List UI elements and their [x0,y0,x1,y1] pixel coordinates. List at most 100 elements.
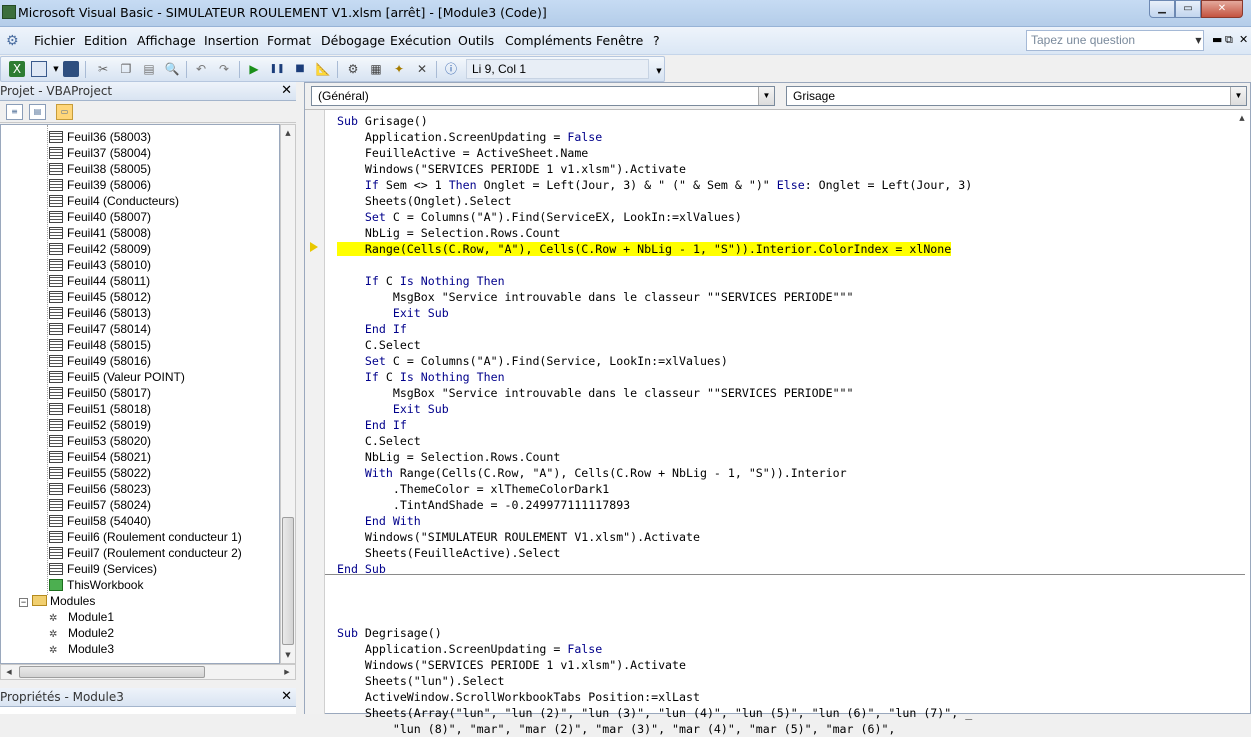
toolbox-icon[interactable]: ✕ [414,61,430,77]
vba-menu-icon[interactable]: ⚙ [6,33,19,49]
scroll-right-icon[interactable]: ▶ [279,665,295,679]
tree-item-thisworkbook[interactable]: ThisWorkbook [49,577,143,593]
tree-item-sheet[interactable]: Feuil43 (58010) [49,257,151,273]
ask-question-input[interactable]: Tapez une question [1026,30,1204,51]
menu-affichage[interactable]: Affichage [137,33,196,48]
code-line[interactable]: If C Is Nothing Then [337,273,1237,289]
find-icon[interactable]: 🔍 [164,61,180,77]
properties-panel-close-button[interactable]: ✕ [281,689,292,704]
tree-item-sheet[interactable]: Feuil41 (58008) [49,225,151,241]
menu-fichier[interactable]: Fichier [34,33,75,48]
mdi-minimize-button[interactable]: ▬ [1212,33,1222,46]
tree-folder-modules[interactable]: − Modules [19,593,95,609]
code-line[interactable]: C.Select [337,433,1237,449]
tree-item-module2[interactable]: ✲ Module2 [49,625,114,641]
tree-item-sheet[interactable]: Feuil38 (58005) [49,161,151,177]
ask-question-dropdown-icon[interactable]: ▼ [1193,30,1204,51]
code-line[interactable]: Windows("SERVICES PERIODE 1 v1.xlsm").Ac… [337,657,1237,673]
minimize-button[interactable]: ▁ [1149,0,1175,18]
tree-item-sheet[interactable]: Feuil45 (58012) [49,289,151,305]
chevron-down-icon[interactable]: ▼ [758,87,774,105]
code-line[interactable]: If C Is Nothing Then [337,369,1237,385]
collapse-icon[interactable]: − [19,598,28,607]
code-line[interactable]: NbLig = Selection.Rows.Count [337,449,1237,465]
code-line[interactable] [337,257,1237,273]
menu-edition[interactable]: Edition [84,33,127,48]
cut-icon[interactable]: ✂ [95,61,111,77]
tree-item-module1[interactable]: ✲ Module1 [49,609,114,625]
tree-item-sheet[interactable]: Feuil51 (58018) [49,401,151,417]
object-combo[interactable]: (Général) ▼ [311,86,775,106]
code-line[interactable]: End Sub [337,561,1237,577]
project-tree[interactable]: Feuil36 (58003) Feuil37 (58004) Feuil38 (5… [0,124,280,664]
design-mode-icon[interactable]: 📐 [315,61,331,77]
tree-item-sheet[interactable]: Feuil47 (58014) [49,321,151,337]
code-margin[interactable] [305,110,325,714]
tree-item-sheet[interactable]: Feuil9 (Services) [49,561,157,577]
code-line[interactable]: Windows("SIMULATEUR ROULEMENT V1.xlsm").… [337,529,1237,545]
code-line[interactable]: Sheets(Onglet).Select [337,193,1237,209]
scroll-left-icon[interactable]: ◀ [1,665,17,679]
close-button[interactable]: ✕ [1201,0,1243,18]
tree-item-sheet[interactable]: Feuil37 (58004) [49,145,151,161]
tree-item-sheet[interactable]: Feuil6 (Roulement conducteur 1) [49,529,242,545]
save-icon[interactable] [63,61,79,77]
tree-item-sheet[interactable]: Feuil5 (Valeur POINT) [49,369,185,385]
tree-item-sheet[interactable]: Feuil48 (58015) [49,337,151,353]
code-line[interactable]: End If [337,321,1237,337]
paste-icon[interactable]: ▤ [141,61,157,77]
code-line[interactable]: Set C = Columns("A").Find(ServiceEX, Loo… [337,209,1237,225]
panel-splitter[interactable] [296,82,304,714]
code-line[interactable]: Range(Cells(C.Row, "A"), Cells(C.Row + N… [337,241,1237,257]
object-browser-icon[interactable]: ✦ [391,61,407,77]
toolbar-options-icon[interactable]: ▼ [651,63,667,79]
code-line[interactable]: FeuilleActive = ActiveSheet.Name [337,145,1237,161]
tree-item-sheet[interactable]: Feuil4 (Conducteurs) [49,193,179,209]
run-icon[interactable]: ▶ [246,61,262,77]
code-line[interactable]: Windows("SERVICES PERIODE 1 v1.xlsm").Ac… [337,161,1237,177]
code-line[interactable]: Sheets(Array("lun", "lun (2)", "lun (3)"… [337,705,1237,721]
tree-item-sheet[interactable]: Feuil44 (58011) [49,273,150,289]
scroll-down-icon[interactable]: ▼ [281,647,295,663]
code-line[interactable]: Sheets(FeuilleActive).Select [337,545,1237,561]
code-line[interactable]: Sub Grisage() [337,113,1237,129]
code-line[interactable]: Exit Sub [337,305,1237,321]
mdi-restore-button[interactable]: ⧉ [1225,33,1233,47]
code-line[interactable]: Sub Degrisage() [337,625,1237,641]
code-line[interactable]: NbLig = Selection.Rows.Count [337,225,1237,241]
break-icon[interactable]: ❚❚ [269,61,285,77]
tree-item-sheet[interactable]: Feuil54 (58021) [49,449,151,465]
tree-item-sheet[interactable]: Feuil55 (58022) [49,465,151,481]
code-line[interactable]: .TintAndShade = -0.249977111117893 [337,497,1237,513]
code-line[interactable] [337,593,1237,609]
code-line[interactable]: Exit Sub [337,401,1237,417]
tree-item-sheet[interactable]: Feuil52 (58019) [49,417,151,433]
code-line[interactable]: .ThemeColor = xlThemeColorDark1 [337,481,1237,497]
properties-icon[interactable]: ▦ [368,61,384,77]
code-line[interactable] [337,577,1237,593]
tree-item-sheet[interactable]: Feuil46 (58013) [49,305,151,321]
tree-item-module3[interactable]: ✲ Module3 [49,641,114,657]
maximize-button[interactable]: ▭ [1175,0,1201,18]
menu-fenetre[interactable]: Fenêtre [596,33,643,48]
copy-icon[interactable]: ❐ [118,61,134,77]
code-line[interactable]: End With [337,513,1237,529]
code-line[interactable]: Application.ScreenUpdating = False [337,641,1237,657]
tree-item-sheet[interactable]: Feuil50 (58017) [49,385,151,401]
code-line[interactable]: MsgBox "Service introuvable dans le clas… [337,289,1237,305]
code-line[interactable]: C.Select [337,337,1237,353]
scroll-thumb[interactable] [19,666,205,678]
tree-item-sheet[interactable]: Feuil36 (58003) [49,129,151,145]
tree-item-sheet[interactable]: Feuil7 (Roulement conducteur 2) [49,545,242,561]
tree-item-sheet[interactable]: Feuil58 (54040) [49,513,151,529]
tree-item-sheet[interactable]: Feuil42 (58009) [49,241,151,257]
scroll-up-icon[interactable]: ▲ [1234,110,1250,126]
code-line[interactable]: ActiveWindow.ScrollWorkbookTabs Position… [337,689,1237,705]
view-code-icon[interactable]: ≡ [6,104,23,120]
redo-icon[interactable]: ↷ [216,61,232,77]
undo-icon[interactable]: ↶ [193,61,209,77]
view-object-icon[interactable]: ▤ [29,104,46,120]
scroll-up-icon[interactable]: ▲ [281,125,295,141]
code-line[interactable]: If Sem <> 1 Then Onglet = Left(Jour, 3) … [337,177,1237,193]
tree-item-sheet[interactable]: Feuil40 (58007) [49,209,151,225]
